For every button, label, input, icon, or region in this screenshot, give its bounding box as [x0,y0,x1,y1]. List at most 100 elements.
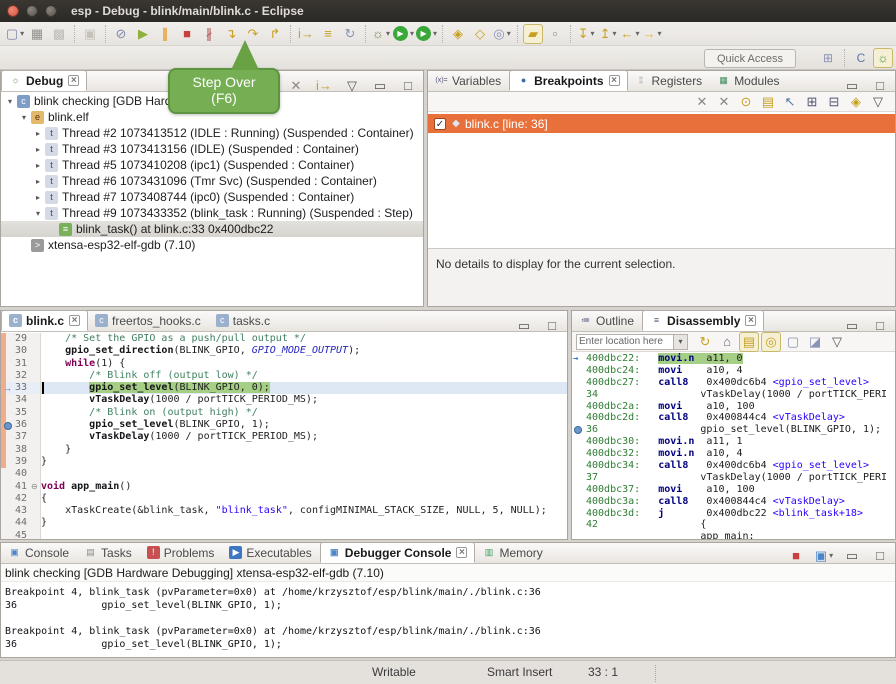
expander-icon[interactable]: ▾ [5,97,15,106]
step-return-button[interactable]: ↱ [265,24,285,44]
tab-modules[interactable]: ▦Modules [710,70,787,91]
disassembly-line[interactable]: 400dbc34: call8 0x400dc6b4 <gpio_set_lev… [572,460,895,472]
code-line[interactable]: 29 /* Set the GPIO as a push/pull output… [1,333,567,345]
window-maximize-button[interactable] [45,5,57,17]
editor-gutter[interactable]: →33 [1,382,41,394]
disassembly-line[interactable]: 400dbc2d: call8 0x400844c4 <vTaskDelay> [572,412,895,424]
breakpoint-checkbox[interactable]: ✓ [434,118,446,130]
expander-icon[interactable]: ▸ [33,145,43,154]
disassembly-line[interactable]: 400dbc24: movi a10, 4 [572,365,895,377]
disassembly-line[interactable]: 400dbc27: call8 0x400dc6b4 <gpio_set_lev… [572,377,895,389]
code-line[interactable]: 31 while(1) { [1,358,567,370]
disassembly-line[interactable]: app_main: [572,531,895,539]
use-step-filters-button[interactable]: ≡ [318,24,338,44]
code-text[interactable] [41,530,567,539]
tree-row[interactable]: ▸tThread #2 1073413512 (IDLE : Running) … [1,125,423,141]
show-supported-breakpoints-button[interactable]: ⊙ [736,92,756,112]
collapse-all-button[interactable]: ⊟ [824,92,844,112]
code-text[interactable]: /* Blink on (output high) */ [41,407,567,419]
editor-gutter[interactable]: 31 [1,358,41,370]
editor-gutter[interactable]: 32 [1,370,41,382]
view-menu-button[interactable]: ▽ [342,75,362,95]
window-close-button[interactable] [7,5,19,17]
open-element-button[interactable]: ◈ [448,24,468,44]
fold-icon[interactable]: ⊖ [31,481,40,493]
code-line[interactable]: →33 gpio_set_level(BLINK_GPIO, 0); [1,382,567,394]
expander-icon[interactable]: ▸ [33,161,43,170]
build-button[interactable]: ▣ [80,24,100,44]
code-line[interactable]: 40 [1,468,567,480]
minimize-button[interactable]: ▭ [842,545,862,565]
editor-gutter[interactable]: 40 [1,468,41,480]
open-resource-button[interactable]: ◇ [470,24,490,44]
tab-console[interactable]: ▣Console [1,542,77,563]
tree-row[interactable]: ▸tThread #6 1073431096 (Tmr Svc) (Suspen… [1,173,423,189]
code-text[interactable]: } [41,444,567,456]
editor-gutter[interactable]: 35 [1,407,41,419]
code-line[interactable]: 41⊖void app_main() [1,481,567,493]
editor-gutter[interactable]: 39 [1,456,41,468]
disassembly-line[interactable]: 400dbc2a: movi a10, 100 [572,401,895,413]
code-text[interactable]: vTaskDelay(1000 / portTICK_PERIOD_MS); [41,394,567,406]
expander-icon[interactable]: ▸ [33,193,43,202]
back-button[interactable]: ←▾ [620,24,640,44]
minimize-button[interactable]: ▭ [514,315,534,335]
debug-button[interactable]: ☼▾ [371,24,391,44]
editor-gutter[interactable]: 30 [1,345,41,357]
disassembly-line[interactable]: 400dbc3a: call8 0x400844c4 <vTaskDelay> [572,496,895,508]
last-edit-location-button[interactable]: ↧▾ [576,24,596,44]
tree-row[interactable]: ≡blink_task() at blink.c:33 0x400dbc22 [1,221,423,237]
tree-row[interactable]: >xtensa-esp32-elf-gdb (7.10) [1,237,423,253]
tree-row[interactable]: ▸tThread #7 1073408744 (ipc0) (Suspended… [1,189,423,205]
code-text[interactable]: while(1) { [41,358,567,370]
link-with-debug-button[interactable]: ↖ [780,92,800,112]
disassembly-line[interactable]: 36 gpio_set_level(BLINK_GPIO, 1); [572,424,895,436]
group-by-button[interactable]: ◈ [846,92,866,112]
code-text[interactable]: vTaskDelay(1000 / portTICK_PERIOD_MS); [41,431,567,443]
expander-icon[interactable]: ▸ [33,129,43,138]
disassembly-line[interactable]: 400dbc32: movi.n a10, 4 [572,448,895,460]
restart-button[interactable]: ↻ [340,24,360,44]
remove-console-button[interactable]: ■ [786,545,806,565]
code-line[interactable]: 43 xTaskCreate(&blink_task, "blink_task"… [1,505,567,517]
editor-gutter[interactable]: 41⊖ [1,481,41,493]
code-line[interactable]: 30 gpio_set_direction(BLINK_GPIO, GPIO_M… [1,345,567,357]
editor-gutter[interactable]: 45 [1,530,41,539]
close-icon[interactable]: × [609,75,620,86]
maximize-button[interactable]: □ [870,545,890,565]
tab-tasks-c[interactable]: ctasks.c [209,310,278,331]
new-button[interactable]: ▢▾ [5,24,25,44]
tab-debugger-console[interactable]: ▣Debugger Console× [320,542,476,563]
code-line[interactable]: 34 vTaskDelay(1000 / portTICK_PERIOD_MS)… [1,394,567,406]
expander-icon[interactable]: ▾ [33,209,43,218]
instruction-stepping-toggle[interactable]: i→ [314,75,334,95]
tab-memory[interactable]: ▥Memory [475,542,550,563]
code-text[interactable]: gpio_set_direction(BLINK_GPIO, GPIO_MODE… [41,345,567,357]
home-button[interactable]: ⌂ [717,332,737,352]
sync-selection-toggle[interactable]: ◎ [761,332,781,352]
disassembly-line[interactable]: 400dbc30: movi.n a11, 1 [572,436,895,448]
code-line[interactable]: 37 vTaskDelay(1000 / portTICK_PERIOD_MS)… [1,431,567,443]
location-input[interactable]: Enter location here [576,334,674,350]
close-icon[interactable]: × [69,315,80,326]
tab-executables[interactable]: ▶Executables [222,542,319,563]
resume-button[interactable]: ▶ [133,24,153,44]
tree-row[interactable]: ▸tThread #3 1073413156 (IDLE) (Suspended… [1,141,423,157]
code-text[interactable]: gpio_set_level(BLINK_GPIO, 0); [41,382,567,394]
console-output[interactable]: Breakpoint 4, blink_task (pvParameter=0x… [1,582,895,651]
disassembly-line[interactable]: →400dbc22: movi.n a11, 0 [572,353,895,365]
tab-blink-c[interactable]: cblink.c× [1,310,88,331]
editor-gutter[interactable]: 36 [1,419,41,431]
open-perspective-button[interactable]: ⊞ [818,48,838,68]
breakpoint-row[interactable]: ✓ ◆ blink.c [line: 36] [428,114,895,133]
code-line[interactable]: 45 [1,530,567,539]
code-line[interactable]: 35 /* Blink on (output high) */ [1,407,567,419]
editor-gutter[interactable]: 44 [1,517,41,529]
view-menu-button[interactable]: ▽ [827,332,847,352]
disassembly-line[interactable]: 42 { [572,519,895,531]
code-text[interactable]: gpio_set_level(BLINK_GPIO, 1); [41,419,567,431]
remove-all-terminated-button[interactable]: ✕ [286,75,306,95]
location-dropdown[interactable]: ▾ [674,334,688,350]
code-line[interactable]: 38 } [1,444,567,456]
code-editor[interactable]: 29 /* Set the GPIO as a push/pull output… [1,333,567,539]
